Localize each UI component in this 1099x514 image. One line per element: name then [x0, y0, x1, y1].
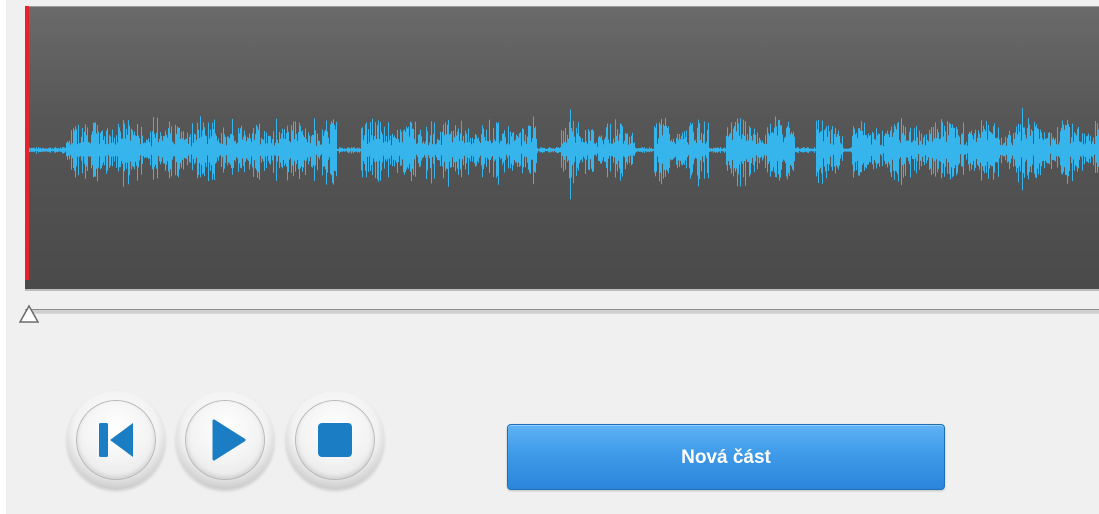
- waveform-signal: [25, 107, 1099, 200]
- timeline-slider-thumb[interactable]: [18, 304, 40, 324]
- rewind-button[interactable]: [67, 391, 165, 489]
- audio-waveform-view[interactable]: [25, 6, 1099, 291]
- timeline-track[interactable]: [25, 309, 1099, 314]
- stop-button[interactable]: [286, 391, 384, 489]
- play-button[interactable]: [176, 391, 274, 489]
- play-icon: [212, 419, 246, 461]
- new-part-button[interactable]: Nová část: [507, 424, 945, 490]
- stop-icon: [318, 423, 352, 457]
- playhead-marker[interactable]: [25, 6, 29, 280]
- waveform-graphic: [25, 107, 1099, 200]
- skip-to-start-icon: [99, 423, 133, 457]
